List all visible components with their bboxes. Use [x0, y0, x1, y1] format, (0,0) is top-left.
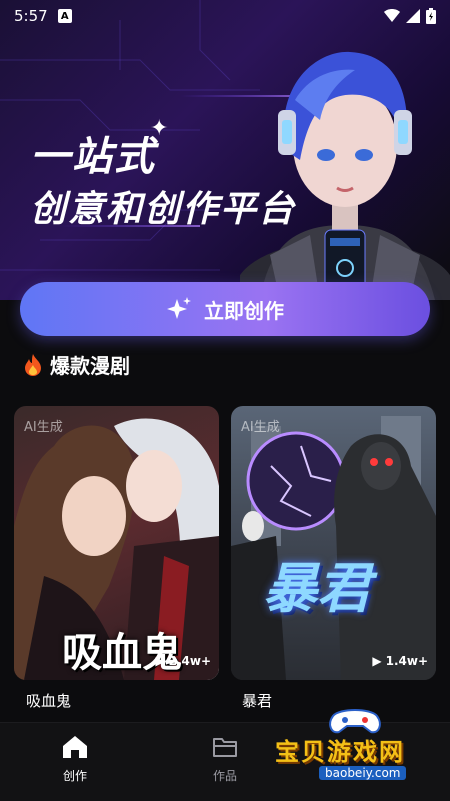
drama-card-tyrant[interactable]: AI生成 暴君 ▶ 1.4w+ — [231, 406, 436, 680]
play-count-value: 1.4w+ — [385, 654, 428, 668]
play-count: ▶ 1.4w+ — [372, 654, 428, 668]
app-notification-icon: A — [57, 9, 72, 23]
tyrant-artwork — [231, 416, 436, 680]
status-bar: 5:57 A — [0, 0, 450, 32]
tab-label: 作品 — [212, 769, 237, 783]
sparkle-icon: ✦ — [150, 116, 169, 141]
tab-create[interactable]: 创作 — [35, 735, 115, 784]
hero-banner: 一站式 ✦ 创意和创作平台 — [0, 0, 450, 300]
play-icon: ▶ — [155, 654, 165, 668]
tab-works[interactable]: 作品 — [185, 735, 265, 784]
ai-generated-badge: AI生成 — [241, 420, 280, 435]
watermark-url: baobeiy.com — [319, 766, 407, 780]
section-title: 爆款漫剧 — [50, 354, 130, 378]
card-caption-vampire[interactable]: 吸血鬼 — [26, 690, 71, 711]
card-art-title: 暴君 — [263, 557, 371, 620]
sparkle-icon — [167, 297, 191, 319]
play-icon: ▶ — [372, 654, 382, 668]
signal-icon — [406, 9, 420, 23]
section-header: 爆款漫剧 — [22, 350, 130, 379]
card-caption-tyrant[interactable]: 暴君 — [242, 690, 272, 711]
wifi-icon — [384, 9, 400, 22]
create-now-button[interactable]: 立即创作 — [20, 282, 430, 336]
create-now-label: 立即创作 — [204, 298, 284, 323]
battery-icon — [426, 8, 436, 24]
status-time: 5:57 — [14, 7, 48, 25]
fire-icon — [25, 353, 41, 376]
ai-generated-badge: AI生成 — [24, 420, 63, 435]
watermark-text: 宝贝游戏网 — [275, 738, 405, 766]
drama-card-vampire[interactable]: AI生成 吸血鬼 ▶ 2.4w+ — [14, 406, 219, 680]
watermark-logo: 宝贝游戏网 baobeiy.com — [275, 706, 445, 786]
play-count: ▶ 2.4w+ — [155, 654, 211, 668]
hero-title-line1: 一站式 — [30, 134, 156, 180]
folder-icon — [213, 738, 237, 757]
robot-girl-illustration — [240, 51, 450, 300]
play-count-value: 2.4w+ — [168, 654, 211, 668]
card-art-title: 吸血鬼 — [62, 630, 182, 676]
home-icon — [63, 736, 87, 758]
tab-label: 创作 — [62, 769, 87, 783]
